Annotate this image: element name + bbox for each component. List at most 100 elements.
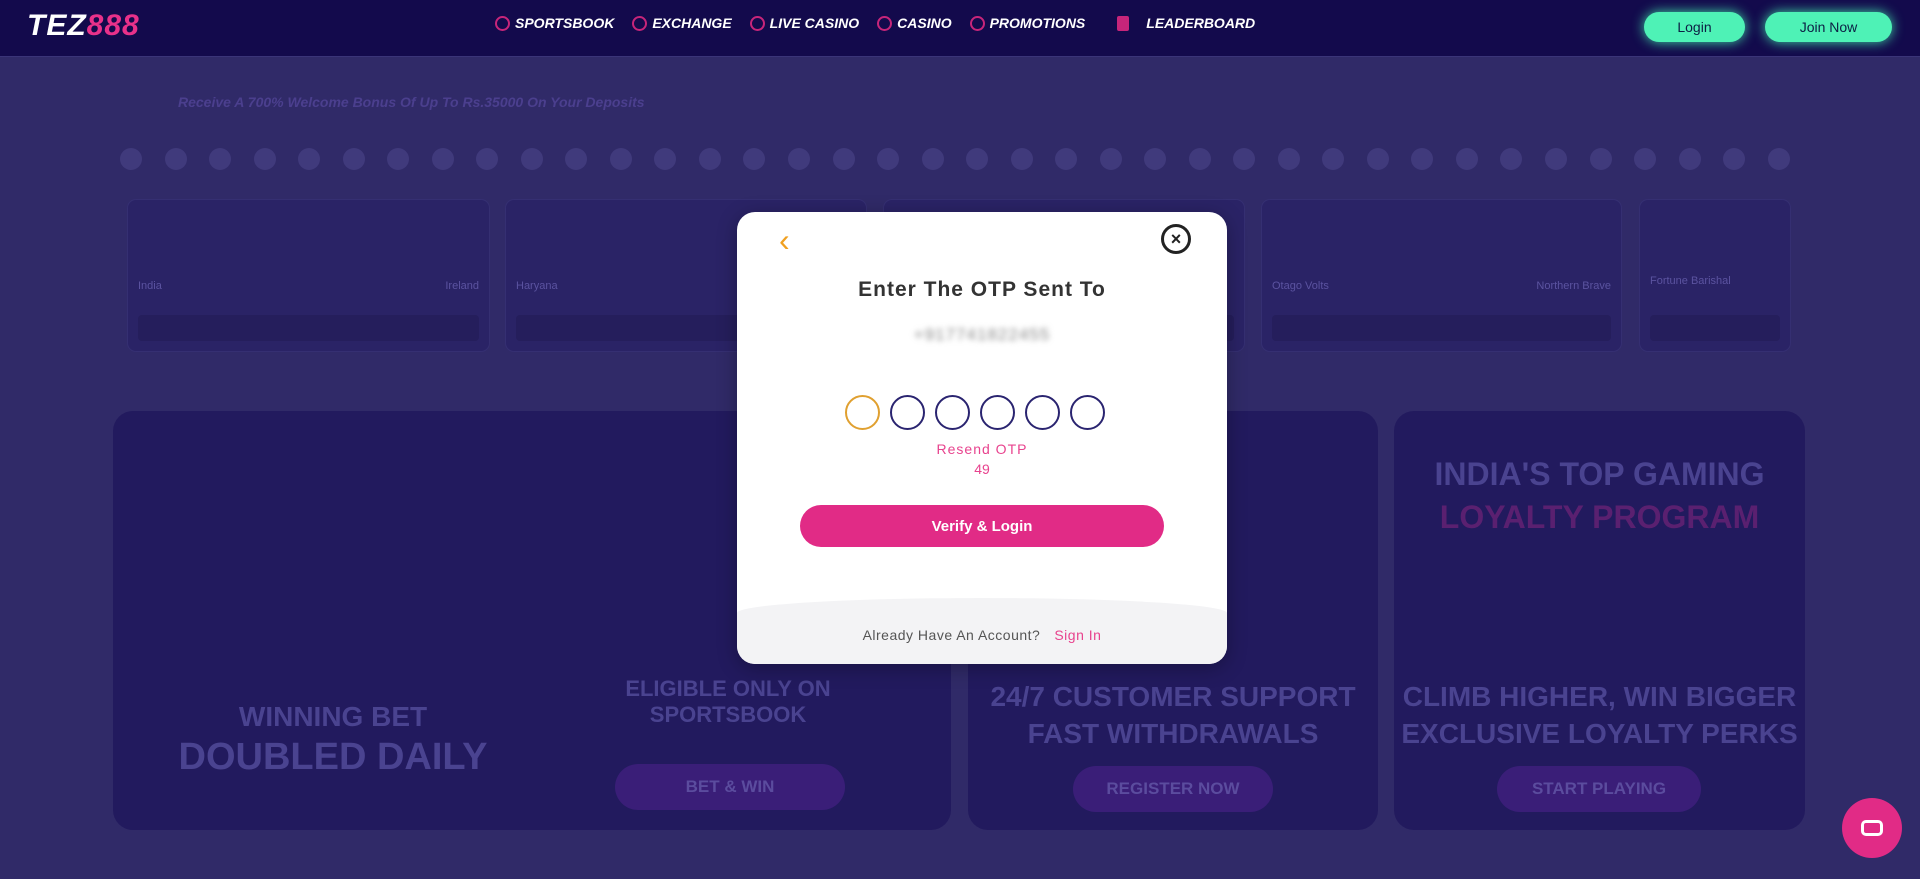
nav-label: PROMOTIONS [989,15,1086,31]
sport-category-icon[interactable] [787,148,810,170]
sport-category-icon[interactable] [120,148,142,170]
sport-category-icon[interactable] [476,148,499,170]
resend-otp-link[interactable]: Resend OTP [737,441,1227,457]
banner-loyalty[interactable]: INDIA'S TOP GAMING LOYALTY PROGRAM CLIMB… [1394,411,1805,830]
nav-casino[interactable]: CASINO [877,15,952,31]
start-playing-button[interactable]: START PLAYING [1497,766,1701,812]
sport-category-icon[interactable] [1144,148,1167,170]
nav-label: LEADERBOARD [1146,15,1256,31]
casino-icon [877,15,893,31]
nav-sportsbook[interactable]: SPORTSBOOK [495,15,614,31]
sport-category-icon[interactable] [1500,148,1523,170]
sport-category-icon[interactable] [743,148,766,170]
leaderboard-icon [1117,15,1130,31]
nav-label: SPORTSBOOK [515,15,615,31]
sport-category-icon[interactable] [387,148,410,170]
register-now-button[interactable]: REGISTER NOW [1073,766,1273,812]
sport-category-icon[interactable] [431,148,454,170]
sign-in-link[interactable]: Sign In [1054,627,1101,643]
sport-category-icon[interactable] [609,148,632,170]
sports-icon-bar [120,138,1790,180]
main-nav: SPORTSBOOK EXCHANGE LIVE CASINO CASINO P… [495,0,1255,46]
otp-digit-4[interactable] [980,395,1015,430]
logo[interactable]: TEZ888 [27,9,140,43]
promo-marquee: Receive A 700% Welcome Bonus Of Up To Rs… [178,94,645,110]
sport-category-icon[interactable] [698,148,721,170]
promotions-icon [969,15,985,31]
sport-category-icon[interactable] [1455,148,1478,170]
otp-input-group [845,395,1105,430]
footer-prompt: Already Have An Account? Sign In [737,627,1227,643]
otp-digit-3[interactable] [935,395,970,430]
sport-category-icon[interactable] [164,148,187,170]
sport-category-icon[interactable] [1366,148,1389,170]
logo-text: TEZ [27,9,87,42]
odds-row [1650,315,1780,341]
otp-digit-1[interactable] [845,395,880,430]
back-chevron-icon[interactable]: ‹ [779,222,790,259]
footer-text: Already Have An Account? [862,627,1041,643]
sport-category-icon[interactable] [654,148,677,170]
otp-digit-2[interactable] [890,395,925,430]
nav-promotions[interactable]: PROMOTIONS [969,15,1086,31]
banner-text: CLIMB HIGHER, WIN BIGGER [1402,681,1797,712]
sport-category-icon[interactable] [1545,148,1567,170]
sport-category-icon[interactable] [253,148,276,170]
nav-exchange[interactable]: EXCHANGE [632,15,732,31]
resend-timer: 49 [974,461,990,477]
bet-and-win-button[interactable]: BET & WIN [615,764,845,810]
nav-live-casino[interactable]: LIVE CASINO [749,15,860,31]
match-card[interactable]: India Ireland [128,200,489,351]
sport-category-icon[interactable] [565,148,588,170]
match-card[interactable]: Fortune Barishal [1640,200,1790,351]
sport-category-icon[interactable] [1322,148,1345,170]
banner-text: ELIGIBLE ONLY ON SPORTSBOOK [625,676,831,727]
verify-login-button[interactable]: Verify & Login [800,505,1164,547]
team-name: Fortune Barishal [1650,275,1731,287]
chat-button[interactable] [1842,798,1902,858]
sport-category-icon[interactable] [1055,148,1078,170]
sport-category-icon[interactable] [298,148,321,170]
sport-category-icon[interactable] [1233,148,1256,170]
sport-category-icon[interactable] [1277,148,1300,170]
match-card[interactable]: Otago Volts Northern Brave [1262,200,1621,351]
sport-category-icon[interactable] [342,148,365,170]
sport-category-icon[interactable] [1589,148,1612,170]
team-name: Otago Volts [1272,280,1329,292]
team-name: Northern Brave [1536,280,1611,292]
close-icon[interactable]: × [1161,224,1191,254]
sport-category-icon[interactable] [1634,148,1657,170]
otp-digit-6[interactable] [1070,395,1105,430]
exchange-icon [632,15,648,31]
otp-modal: ‹ × Enter The OTP Sent To +917741822455 … [737,212,1227,664]
sport-category-icon[interactable] [832,148,855,170]
odds-row [138,315,479,341]
team-name: Haryana [516,280,558,292]
otp-digit-5[interactable] [1025,395,1060,430]
logo-accent: 888 [86,9,140,42]
sport-category-icon[interactable] [1678,148,1701,170]
sport-category-icon[interactable] [877,148,900,170]
phone-number: +917741822455 [913,325,1051,344]
sport-category-icon[interactable] [1767,148,1790,170]
sport-category-icon[interactable] [921,148,944,170]
sport-category-icon[interactable] [1188,148,1211,170]
nav-label: LIVE CASINO [769,15,860,31]
team-name: Ireland [445,280,479,292]
banner-text: WINNING BET [238,701,428,732]
live-casino-icon [749,15,765,31]
nav-leaderboard[interactable]: LEADERBOARD [1117,15,1255,31]
team-name: India [138,280,162,292]
login-button[interactable]: Login [1644,12,1745,42]
sport-category-icon[interactable] [966,148,989,170]
sport-category-icon[interactable] [1010,148,1033,170]
sport-category-icon[interactable] [209,148,232,170]
sport-category-icon[interactable] [1411,148,1434,170]
sport-category-icon[interactable] [1723,148,1746,170]
sport-category-icon[interactable] [520,148,543,170]
sportsbook-icon [495,15,510,31]
banner-text: INDIA'S TOP GAMING [1434,456,1765,492]
modal-title: Enter The OTP Sent To [858,278,1106,301]
join-now-button[interactable]: Join Now [1765,12,1892,42]
sport-category-icon[interactable] [1099,148,1122,170]
